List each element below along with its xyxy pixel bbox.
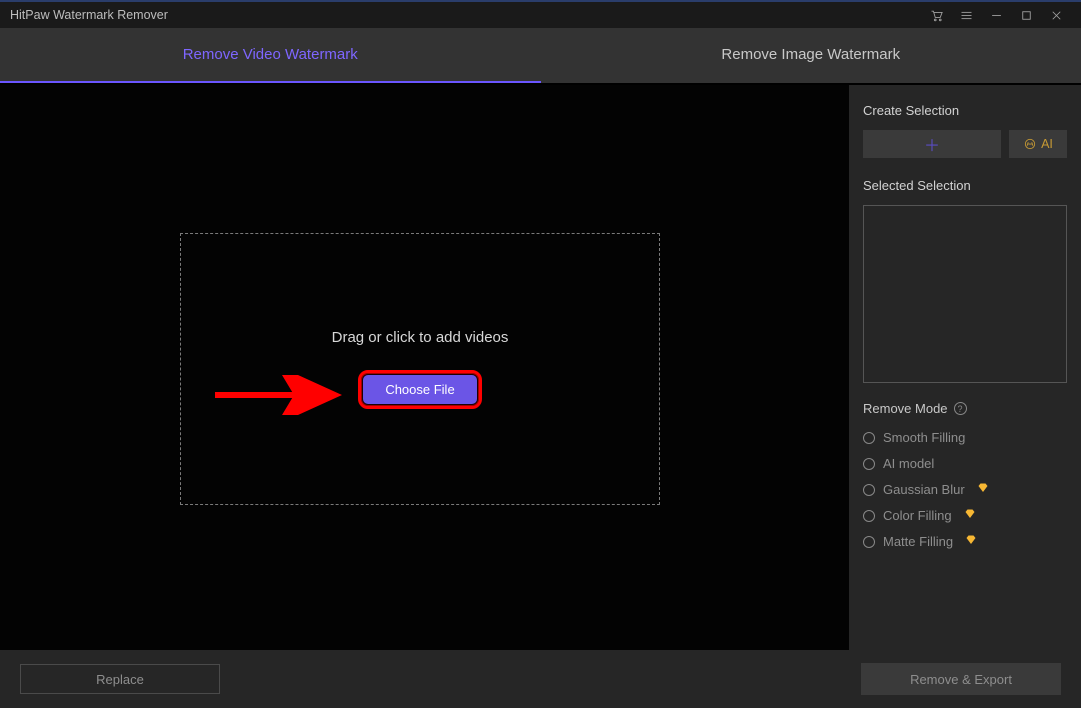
add-selection-button[interactable]: ＋ (863, 130, 1001, 158)
premium-icon (965, 534, 977, 549)
radio-icon (863, 510, 875, 522)
mode-gaussian-label: Gaussian Blur (883, 482, 965, 497)
tabbar: Remove Video Watermark Remove Image Wate… (0, 28, 1081, 83)
choose-file-button[interactable]: Choose File (363, 375, 476, 404)
mode-ai-label: AI model (883, 456, 934, 471)
mode-smooth-label: Smooth Filling (883, 430, 965, 445)
radio-icon (863, 432, 875, 444)
content-area: Drag or click to add videos Choose File (0, 85, 849, 650)
mode-matte-label: Matte Filling (883, 534, 953, 549)
ai-selection-button[interactable]: AI (1009, 130, 1067, 158)
radio-icon (863, 458, 875, 470)
ai-label: AI (1041, 137, 1053, 151)
bottombar: Replace Remove & Export (0, 650, 1081, 708)
selection-preview (863, 205, 1067, 383)
create-selection-label: Create Selection (863, 103, 1067, 118)
dropzone[interactable]: Drag or click to add videos Choose File (180, 233, 660, 505)
titlebar: HitPaw Watermark Remover (0, 0, 1081, 28)
mode-ai[interactable]: AI model (863, 456, 1067, 471)
selected-selection-label: Selected Selection (863, 178, 1067, 193)
plus-icon: ＋ (924, 132, 940, 156)
minimize-icon[interactable] (981, 1, 1011, 29)
tab-video[interactable]: Remove Video Watermark (0, 28, 541, 83)
menu-icon[interactable] (951, 1, 981, 29)
cart-icon[interactable] (921, 1, 951, 29)
dropzone-text: Drag or click to add videos (332, 329, 509, 346)
mode-gaussian[interactable]: Gaussian Blur (863, 482, 1067, 497)
radio-icon (863, 484, 875, 496)
mode-matte[interactable]: Matte Filling (863, 534, 1067, 549)
replace-button[interactable]: Replace (20, 664, 220, 694)
premium-icon (964, 508, 976, 523)
mode-color[interactable]: Color Filling (863, 508, 1067, 523)
close-icon[interactable] (1041, 1, 1071, 29)
tab-video-label: Remove Video Watermark (183, 46, 358, 63)
mode-color-label: Color Filling (883, 508, 952, 523)
mode-list: Smooth Filling AI model Gaussian Blur Co… (863, 430, 1067, 549)
main-area: Drag or click to add videos Choose File … (0, 85, 1081, 650)
radio-icon (863, 536, 875, 548)
remove-mode-label: Remove Mode (863, 401, 948, 416)
tab-image-label: Remove Image Watermark (721, 46, 900, 63)
tab-image[interactable]: Remove Image Watermark (541, 28, 1081, 83)
side-panel: Create Selection ＋ AI Selected Selection… (849, 85, 1081, 650)
choose-file-highlight: Choose File (358, 370, 481, 409)
mode-smooth[interactable]: Smooth Filling (863, 430, 1067, 445)
maximize-icon[interactable] (1011, 1, 1041, 29)
premium-icon (977, 482, 989, 497)
export-button[interactable]: Remove & Export (861, 663, 1061, 695)
app-title: HitPaw Watermark Remover (10, 8, 168, 22)
help-icon[interactable]: ? (954, 402, 967, 415)
